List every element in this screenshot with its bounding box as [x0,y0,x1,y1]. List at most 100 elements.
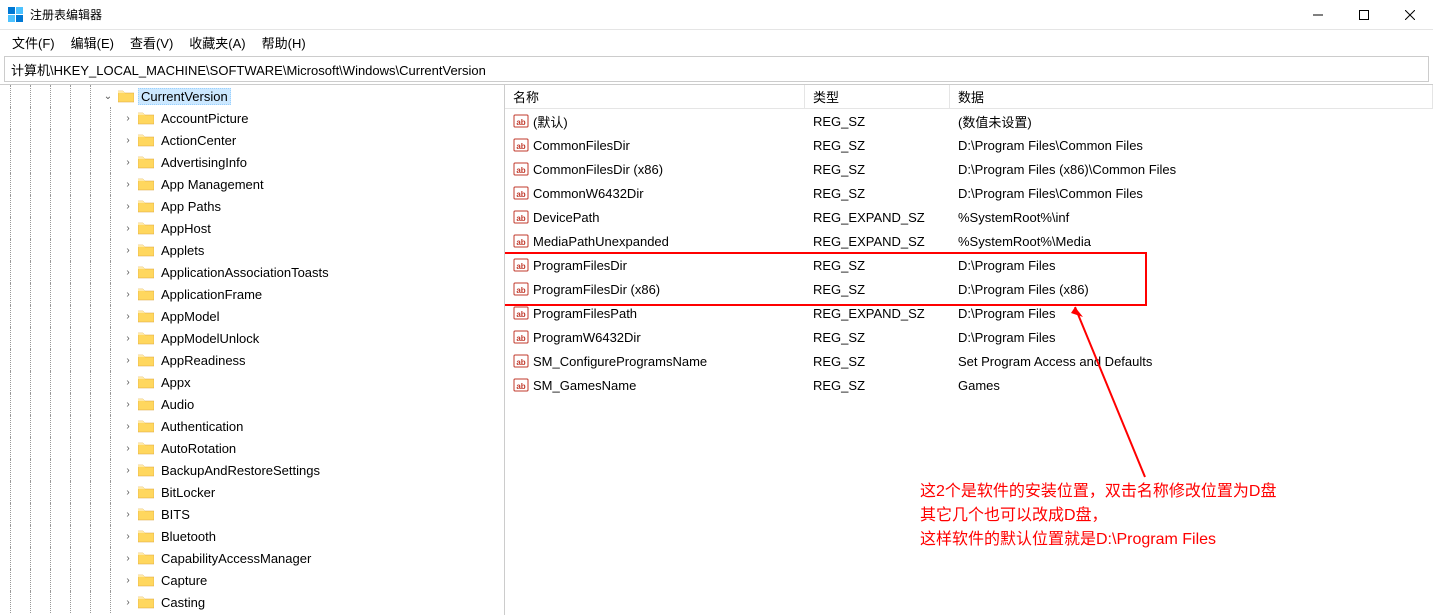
list-row[interactable]: abProgramW6432DirREG_SZD:\Program Files [505,325,1433,349]
list-row[interactable]: abCommonFilesDir (x86)REG_SZD:\Program F… [505,157,1433,181]
value-data: D:\Program Files (x86)\Common Files [950,162,1433,177]
menu-favorites[interactable]: 收藏夹(A) [181,31,253,54]
tree-node[interactable]: ›CapabilityAccessManager [0,547,504,569]
value-type: REG_SZ [805,282,950,297]
menu-file[interactable]: 文件(F) [4,31,63,54]
minimize-button[interactable] [1295,0,1341,30]
chevron-right-icon[interactable]: › [120,597,136,608]
tree-node[interactable]: ›AppHost [0,217,504,239]
tree-node[interactable]: ›BackupAndRestoreSettings [0,459,504,481]
list-row[interactable]: abProgramFilesDir (x86)REG_SZD:\Program … [505,277,1433,301]
tree-node[interactable]: ›Authentication [0,415,504,437]
chevron-right-icon[interactable]: › [120,377,136,388]
chevron-right-icon[interactable]: › [120,487,136,498]
column-data[interactable]: 数据 [950,85,1433,108]
value-name: CommonW6432Dir [533,186,644,201]
list-row[interactable]: abProgramFilesPathREG_EXPAND_SZD:\Progra… [505,301,1433,325]
folder-icon [138,485,154,499]
tree-node[interactable]: ›AppModelUnlock [0,327,504,349]
menu-help[interactable]: 帮助(H) [254,31,314,54]
tree-label: BITS [158,507,193,522]
tree-label: ApplicationFrame [158,287,265,302]
tree-node[interactable]: ›AppModel [0,305,504,327]
tree-node[interactable]: › AccountPicture [0,107,504,129]
svg-text:ab: ab [516,286,525,295]
address-bar[interactable]: 计算机\HKEY_LOCAL_MACHINE\SOFTWARE\Microsof… [4,56,1429,82]
string-value-icon: ab [513,137,529,153]
chevron-right-icon[interactable]: › [120,113,136,124]
tree-node-currentversion[interactable]: ⌄ CurrentVersion [0,85,504,107]
chevron-right-icon[interactable]: › [120,311,136,322]
tree-node[interactable]: ›ActionCenter [0,129,504,151]
chevron-right-icon[interactable]: › [120,223,136,234]
tree-node[interactable]: ›ApplicationAssociationToasts [0,261,504,283]
close-button[interactable] [1387,0,1433,30]
tree-node[interactable]: ›Casting [0,591,504,613]
svg-text:ab: ab [516,214,525,223]
chevron-right-icon[interactable]: › [120,179,136,190]
tree-node[interactable]: ›App Paths [0,195,504,217]
chevron-right-icon[interactable]: › [120,399,136,410]
folder-icon [118,89,134,103]
chevron-down-icon[interactable]: ⌄ [100,91,116,102]
list-row[interactable]: abMediaPathUnexpandedREG_EXPAND_SZ%Syste… [505,229,1433,253]
tree-node[interactable]: › BITS [0,503,504,525]
chevron-right-icon[interactable]: › [120,267,136,278]
string-value-icon: ab [513,305,529,321]
value-type: REG_SZ [805,378,950,393]
tree-node[interactable]: ›BitLocker [0,481,504,503]
chevron-right-icon[interactable]: › [120,531,136,542]
tree-node[interactable]: ›AppReadiness [0,349,504,371]
menu-edit[interactable]: 编辑(E) [63,31,122,54]
value-type: REG_SZ [805,186,950,201]
tree-label: CurrentVersion [138,88,231,105]
tree-node[interactable]: › Applets [0,239,504,261]
folder-icon [138,265,154,279]
list-row[interactable]: abProgramFilesDirREG_SZD:\Program Files [505,253,1433,277]
list-row[interactable]: abSM_ConfigureProgramsNameREG_SZSet Prog… [505,349,1433,373]
folder-icon [138,177,154,191]
chevron-right-icon[interactable]: › [120,289,136,300]
list-row[interactable]: abCommonFilesDirREG_SZD:\Program Files\C… [505,133,1433,157]
tree-node[interactable]: ›Appx [0,371,504,393]
tree-label: Applets [158,243,207,258]
chevron-right-icon[interactable]: › [120,443,136,454]
folder-icon [138,397,154,411]
chevron-right-icon[interactable]: › [120,135,136,146]
maximize-button[interactable] [1341,0,1387,30]
value-name: MediaPathUnexpanded [533,234,669,249]
column-type[interactable]: 类型 [805,85,950,108]
chevron-right-icon[interactable]: › [120,575,136,586]
chevron-right-icon[interactable]: › [120,333,136,344]
list-row[interactable]: abSM_GamesNameREG_SZGames [505,373,1433,397]
list-row[interactable]: abCommonW6432DirREG_SZD:\Program Files\C… [505,181,1433,205]
list-header: 名称 类型 数据 [505,85,1433,109]
svg-text:ab: ab [516,262,525,271]
chevron-right-icon[interactable]: › [120,553,136,564]
chevron-right-icon[interactable]: › [120,201,136,212]
chevron-right-icon[interactable]: › [120,245,136,256]
chevron-right-icon[interactable]: › [120,157,136,168]
annotation-line-1: 这2个是软件的安装位置，双击名称修改位置为D盘 [920,480,1276,504]
tree-node[interactable]: ›Bluetooth [0,525,504,547]
tree-node[interactable]: ›Capture [0,569,504,591]
svg-text:ab: ab [516,142,525,151]
tree-label: AccountPicture [158,111,251,126]
value-data: D:\Program Files\Common Files [950,138,1433,153]
chevron-right-icon[interactable]: › [120,355,136,366]
chevron-right-icon[interactable]: › [120,509,136,520]
tree-node[interactable]: ›AdvertisingInfo [0,151,504,173]
chevron-right-icon[interactable]: › [120,465,136,476]
tree-node[interactable]: › ApplicationFrame [0,283,504,305]
menubar: 文件(F) 编辑(E) 查看(V) 收藏夹(A) 帮助(H) [0,30,1433,54]
tree-node[interactable]: ›Audio [0,393,504,415]
column-name[interactable]: 名称 [505,85,805,108]
tree-node[interactable]: ›AutoRotation [0,437,504,459]
tree-scroll[interactable]: ⌄CurrentVersion›AccountPicture›ActionCen… [0,85,504,615]
chevron-right-icon[interactable]: › [120,421,136,432]
tree-node[interactable]: ›App Management [0,173,504,195]
list-row[interactable]: abDevicePathREG_EXPAND_SZ%SystemRoot%\in… [505,205,1433,229]
list-row[interactable]: ab(默认)REG_SZ(数值未设置) [505,109,1433,133]
value-name: ProgramFilesDir [533,258,627,273]
menu-view[interactable]: 查看(V) [122,31,181,54]
